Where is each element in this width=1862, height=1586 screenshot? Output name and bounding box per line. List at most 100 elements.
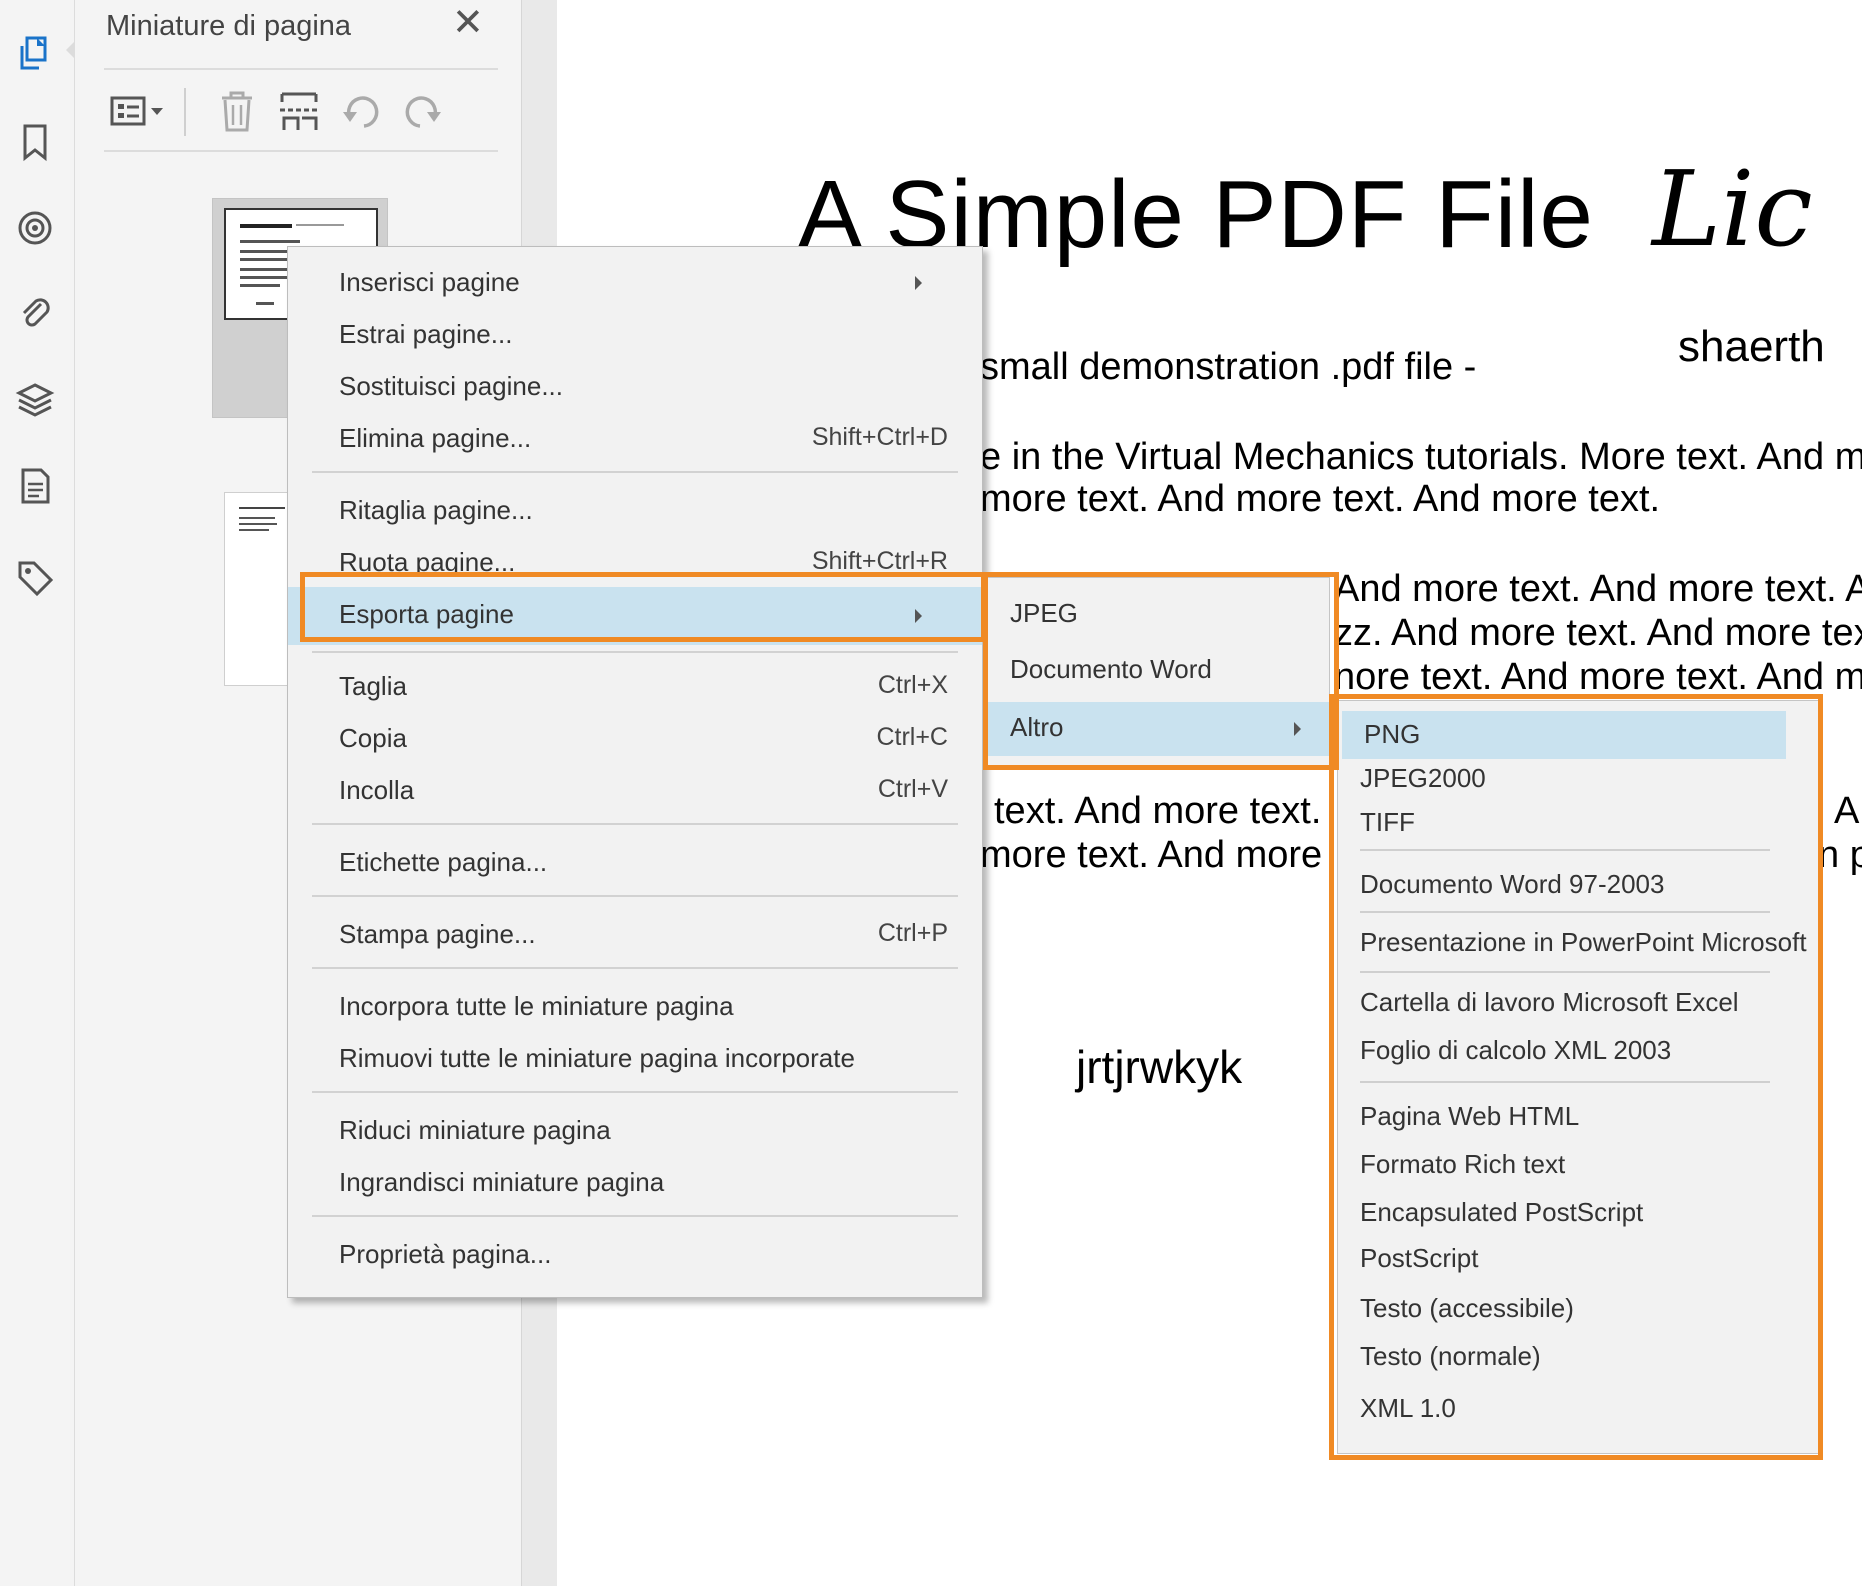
- tag-icon[interactable]: [13, 556, 57, 600]
- menu-item-reduce-thumbnails[interactable]: Riduci miniature pagina: [288, 1109, 982, 1157]
- menu-item-remove-thumbnails[interactable]: Rimuovi tutte le miniature pagina incorp…: [288, 1037, 982, 1085]
- menu-item-label: Formato Rich text: [1360, 1149, 1566, 1179]
- attachment-icon[interactable]: [13, 292, 57, 336]
- menu-item-text-accessible[interactable]: Testo (accessibile): [1338, 1285, 1784, 1333]
- menu-item-page-properties[interactable]: Proprietà pagina...: [288, 1233, 982, 1281]
- layers-icon[interactable]: [13, 378, 57, 422]
- thumbnail-options-icon[interactable]: [104, 86, 174, 136]
- menu-item-label: Sostituisci pagine...: [339, 371, 564, 401]
- close-icon[interactable]: ✕: [452, 4, 484, 42]
- menu-item-label: Presentazione in PowerPoint Microsoft: [1360, 927, 1807, 957]
- menu-item-embed-thumbnails[interactable]: Incorpora tutte le miniature pagina: [288, 985, 982, 1033]
- menu-separator: [312, 1091, 958, 1093]
- document-text-line: n p: [1818, 834, 1862, 876]
- menu-item-shortcut: Shift+Ctrl+D: [811, 423, 948, 451]
- rotate-right-icon[interactable]: [398, 86, 448, 136]
- delete-pages-icon[interactable]: [212, 86, 262, 136]
- menu-item-powerpoint[interactable]: Presentazione in PowerPoint Microsoft: [1338, 919, 1807, 967]
- navigation-rail: [0, 0, 76, 1586]
- page-document-icon[interactable]: [13, 464, 57, 508]
- target-icon[interactable]: [13, 206, 57, 250]
- menu-item-label: Copia: [339, 723, 407, 753]
- menu-item-label: Encapsulated PostScript: [1360, 1197, 1644, 1227]
- menu-item-label: Ruota pagine...: [339, 547, 516, 577]
- document-signature: Lic: [1652, 148, 1813, 270]
- submenu-arrow-icon: [915, 276, 922, 290]
- menu-item-eps[interactable]: Encapsulated PostScript: [1338, 1189, 1784, 1237]
- menu-item-label: Proprietà pagina...: [339, 1239, 552, 1269]
- menu-item-label: Incolla: [339, 775, 415, 805]
- menu-item-rotate-pages[interactable]: Ruota pagine... Shift+Ctrl+R: [288, 541, 982, 589]
- menu-item-print-pages[interactable]: Stampa pagine... Ctrl+P: [288, 913, 982, 961]
- insert-pages-icon[interactable]: [274, 86, 324, 136]
- menu-item-html-web-page[interactable]: Pagina Web HTML: [1338, 1093, 1784, 1141]
- menu-item-cut[interactable]: Taglia Ctrl+X: [288, 665, 982, 713]
- document-text-line: more text. And more text. And more text.: [980, 478, 1661, 520]
- submenu-arrow-icon: [915, 609, 922, 623]
- menu-item-crop-pages[interactable]: Ritaglia pagine...: [288, 489, 982, 537]
- menu-item-jpeg2000[interactable]: JPEG2000: [1338, 755, 1784, 803]
- menu-item-label: Documento Word 97-2003: [1360, 869, 1665, 899]
- other-formats-submenu: PNG JPEG2000 TIFF Documento Word 97-2003…: [1337, 700, 1822, 1454]
- menu-separator: [312, 823, 958, 825]
- menu-item-xml-1-0[interactable]: XML 1.0: [1338, 1385, 1784, 1433]
- document-text-line: zz. And more text. And more tex: [1334, 612, 1862, 654]
- menu-item-word-97-2003[interactable]: Documento Word 97-2003: [1338, 861, 1784, 909]
- menu-item-excel-workbook[interactable]: Cartella di lavoro Microsoft Excel: [1338, 979, 1784, 1027]
- document-text-line: And more text. And more text. A: [1334, 568, 1862, 610]
- menu-item-label: Taglia: [339, 671, 407, 701]
- menu-item-shortcut: Ctrl+P: [877, 919, 948, 947]
- menu-separator: [1360, 849, 1770, 851]
- page-thumbnails-icon[interactable]: [13, 32, 57, 76]
- menu-item-paste[interactable]: Incolla Ctrl+V: [288, 769, 982, 817]
- panel-title: Miniature di pagina: [106, 10, 352, 42]
- menu-item-tiff[interactable]: TIFF: [1338, 799, 1784, 847]
- menu-item-label: Ritaglia pagine...: [339, 495, 533, 525]
- menu-item-shortcut: Ctrl+X: [877, 671, 948, 699]
- menu-item-postscript[interactable]: PostScript: [1338, 1235, 1784, 1283]
- menu-item-label: XML 1.0: [1360, 1393, 1456, 1423]
- bookmark-icon[interactable]: [13, 120, 57, 164]
- menu-item-jpeg[interactable]: JPEG: [984, 588, 1329, 642]
- menu-item-label: Cartella di lavoro Microsoft Excel: [1360, 987, 1739, 1017]
- document-text-line: A: [1834, 790, 1860, 832]
- menu-item-label: Etichette pagina...: [339, 847, 548, 877]
- menu-item-delete-pages[interactable]: Elimina pagine... Shift+Ctrl+D: [288, 417, 982, 465]
- menu-separator: [312, 651, 958, 653]
- menu-item-shortcut: Ctrl+V: [877, 775, 948, 803]
- menu-item-replace-pages[interactable]: Sostituisci pagine...: [288, 365, 982, 413]
- menu-item-label: JPEG: [1010, 598, 1078, 628]
- menu-item-extract-pages[interactable]: Estrai pagine...: [288, 313, 982, 361]
- menu-item-label: Estrai pagine...: [339, 319, 513, 349]
- menu-item-label: Rimuovi tutte le miniature pagina incorp…: [339, 1043, 855, 1073]
- menu-item-enlarge-thumbnails[interactable]: Ingrandisci miniature pagina: [288, 1161, 982, 1209]
- menu-item-label: Elimina pagine...: [339, 423, 532, 453]
- menu-item-word-document[interactable]: Documento Word: [984, 644, 1329, 698]
- rotate-left-icon[interactable]: [336, 86, 386, 136]
- menu-separator: [1360, 971, 1770, 973]
- submenu-arrow-icon: [1294, 722, 1301, 736]
- menu-item-label: Riduci miniature pagina: [339, 1115, 611, 1145]
- menu-item-label: PNG: [1364, 719, 1421, 749]
- toolbar-divider: [184, 88, 186, 136]
- document-text-line: jrtjrwkyk: [1076, 1041, 1243, 1093]
- menu-item-rich-text[interactable]: Formato Rich text: [1338, 1141, 1784, 1189]
- document-text-line: e in the Virtual Mechanics tutorials. Mo…: [980, 436, 1862, 478]
- menu-item-label: TIFF: [1360, 807, 1415, 837]
- menu-separator: [312, 895, 958, 897]
- menu-item-label: Ingrandisci miniature pagina: [339, 1167, 665, 1197]
- menu-item-label: Testo (normale): [1360, 1341, 1541, 1371]
- menu-item-text-plain[interactable]: Testo (normale): [1338, 1333, 1784, 1381]
- page-context-menu: Inserisci pagine Estrai pagine... Sostit…: [287, 246, 983, 1298]
- menu-item-other[interactable]: Altro: [984, 702, 1329, 756]
- menu-item-shortcut: Shift+Ctrl+R: [811, 547, 948, 575]
- document-text-line: more text. And more: [980, 834, 1323, 876]
- menu-item-page-labels[interactable]: Etichette pagina...: [288, 841, 982, 889]
- menu-item-insert-pages[interactable]: Inserisci pagine: [288, 261, 982, 309]
- menu-item-xml-spreadsheet-2003[interactable]: Foglio di calcolo XML 2003: [1338, 1027, 1784, 1075]
- menu-item-label: Pagina Web HTML: [1360, 1101, 1580, 1131]
- toolbar-divider-bottom: [104, 150, 498, 152]
- menu-item-copy[interactable]: Copia Ctrl+C: [288, 717, 982, 765]
- menu-item-export-pages[interactable]: Esporta pagine: [288, 587, 982, 645]
- menu-item-png[interactable]: PNG: [1342, 711, 1786, 759]
